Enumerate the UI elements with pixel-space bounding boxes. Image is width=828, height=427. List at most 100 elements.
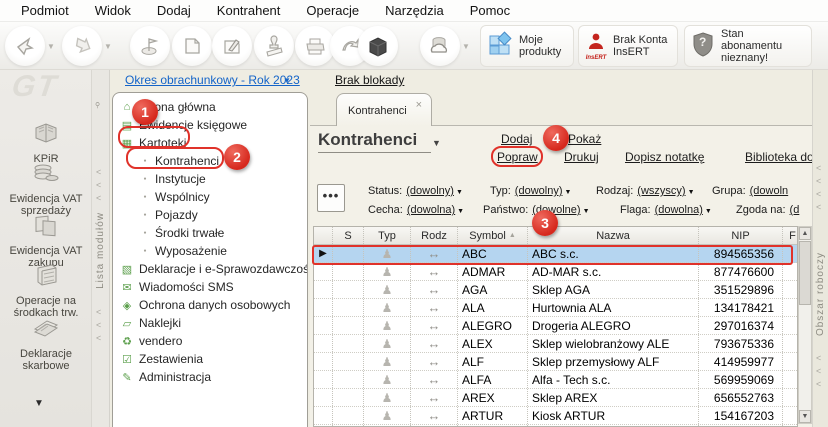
accounting-period-link[interactable]: Okres obrachunkowy - Rok 2023 [125, 73, 300, 87]
vendero-icon: ♻ [122, 335, 132, 348]
filter-more-button[interactable]: ••• [317, 184, 345, 212]
pointer-tool-button[interactable] [5, 26, 45, 66]
chevron-left-icon: < [816, 163, 822, 173]
bullet-icon: ● [143, 230, 147, 236]
stamp-button[interactable] [254, 26, 294, 66]
table-row[interactable]: ♟ ↔ ALF Sklep przemysłowy ALF 414959977 [314, 353, 797, 371]
chevron-down-icon[interactable]: ▼ [283, 76, 291, 85]
menu-dodaj[interactable]: Dodaj [144, 0, 204, 22]
filter-cecha[interactable]: Cecha: (dowolna) ▼ [368, 204, 464, 216]
chevron-down-icon[interactable]: ▼ [432, 138, 441, 148]
menu-kontrahent[interactable]: Kontrahent [204, 0, 294, 22]
menu-podmiot[interactable]: Podmiot [8, 0, 82, 22]
menu-operacje[interactable]: Operacje [293, 0, 372, 22]
sort-ascending-icon: ▲ [508, 232, 516, 239]
flag-button[interactable] [130, 26, 170, 66]
sidebar-item-vat-zakupu[interactable]: Ewidencja VAT zakupu [0, 212, 92, 269]
workspace-area-label: Obszar roboczy [815, 252, 826, 337]
tree-item-deklaracje[interactable]: ▧ Deklaracje i e-Sprawozdawczość [113, 260, 307, 278]
chevron-left-icon: < [816, 202, 822, 212]
bullet-icon: ● [143, 176, 147, 182]
filter-status[interactable]: Status: (dowolny) ▼ [368, 185, 463, 197]
tree-item-instytucje[interactable]: ● Instytucje [113, 170, 307, 188]
print-button[interactable] [295, 26, 335, 66]
chevron-left-icon: < [816, 353, 822, 363]
table-row[interactable]: ♟ ↔ ALEGRO Drogeria ALEGRO 297016374 [314, 317, 797, 335]
chevron-left-icon: < [816, 176, 822, 186]
stamp-icon [263, 35, 285, 57]
tree-item-srodki-trwale[interactable]: ● Środki trwałe [113, 224, 307, 242]
tree-item-wyposazenie[interactable]: ● Wyposażenie [113, 242, 307, 260]
two-way-arrow-icon: ↔ [427, 300, 441, 315]
contractor-type-icon: ♟ [381, 354, 393, 369]
sidebar-item-kpir[interactable]: KPiR [0, 120, 92, 165]
chevron-down-icon[interactable]: ▼ [462, 42, 470, 51]
page-title[interactable]: Kontrahenci [318, 130, 432, 153]
cube-icon [365, 33, 391, 59]
reports-icon: ☑ [122, 353, 132, 366]
pin-icon[interactable]: ⌕ [91, 98, 105, 112]
cube-module-button[interactable] [358, 26, 398, 66]
lock-status-link[interactable]: Brak blokady [335, 73, 404, 87]
table-row[interactable]: ♟ ↔ ALEX Sklep wielobranżowy ALE 7936753… [314, 335, 797, 353]
table-row[interactable]: ♟ ↔ AGA Sklep AGA 351529896 [314, 281, 797, 299]
filter-zgoda[interactable]: Zgoda na: (d [736, 204, 799, 216]
table-row[interactable]: ♟ ↔ ALFA Alfa - Tech s.c. 569959069 [314, 371, 797, 389]
tree-item-administracja[interactable]: ✎ Administracja [113, 368, 307, 386]
tree-item-naklejki[interactable]: ▱ Naklejki [113, 314, 307, 332]
add-note-link[interactable]: Dopisz notatkę [625, 150, 704, 164]
filter-typ[interactable]: Typ: (dowolny) ▼ [490, 185, 571, 197]
document-library-link[interactable]: Biblioteka dok [745, 150, 820, 164]
close-icon[interactable]: × [416, 99, 422, 111]
workspace-area-strip[interactable]: < < < < Obszar roboczy < < < [812, 70, 828, 427]
data-transfer-button[interactable] [420, 26, 460, 66]
forward-tool-button[interactable] [62, 26, 102, 66]
tree-item-wspolnicy[interactable]: ● Wspólnicy [113, 188, 307, 206]
scroll-up-button[interactable]: ▲ [799, 227, 811, 240]
sidebar-item-srodki-trwale[interactable]: Operacje na środkach trw. [0, 262, 92, 319]
tab-kontrahenci[interactable]: Kontrahenci × [336, 93, 432, 126]
moje-produkty-panel[interactable]: Moje produkty [480, 25, 574, 67]
bullet-icon: ● [143, 212, 147, 218]
scrollbar-thumb[interactable] [799, 241, 811, 305]
two-way-arrow-icon: ↔ [427, 336, 441, 351]
two-way-arrow-icon: ↔ [427, 318, 441, 333]
tree-item-pojazdy[interactable]: ● Pojazdy [113, 206, 307, 224]
chevron-down-icon[interactable]: ▼ [47, 42, 55, 51]
print-link[interactable]: Drukuj [564, 150, 599, 164]
menu-widok[interactable]: Widok [82, 0, 144, 22]
filter-flaga[interactable]: Flaga: (dowolna) ▼ [620, 204, 712, 216]
bullet-icon: ● [143, 248, 147, 254]
chevron-down-icon[interactable]: ▼ [104, 42, 112, 51]
filter-rodzaj[interactable]: Rodzaj: (wszyscy) ▼ [596, 185, 695, 197]
sms-icon: ✉ [122, 281, 132, 294]
table-row[interactable]: ♟ ↔ AREX Sklep AREX 656552763 [314, 389, 797, 407]
add-link[interactable]: Dodaj [501, 132, 532, 146]
new-document-button[interactable] [172, 26, 212, 66]
filter-grupa[interactable]: Grupa: (dowoln [712, 185, 788, 197]
two-way-arrow-icon: ↔ [427, 354, 441, 369]
sidebar-item-deklaracje[interactable]: Deklaracje skarbowe [0, 315, 92, 372]
tree-item-zestawienia[interactable]: ☑ Zestawienia [113, 350, 307, 368]
coins-stack-icon [0, 160, 92, 191]
module-list-strip[interactable]: ⌕ < < < Lista modułów < < < [91, 70, 110, 427]
konto-insert-panel[interactable]: InsERT Brak Konta InsERT [578, 25, 678, 67]
tree-item-wiadomosci-sms[interactable]: ✉ Wiadomości SMS [113, 278, 307, 296]
table-row[interactable]: ♟ ↔ ALA Hurtownia ALA 134178421 [314, 299, 797, 317]
table-row[interactable]: ♟ ↔ ADMAR AD-MAR s.c. 877476600 [314, 263, 797, 281]
scroll-down-button[interactable]: ▼ [799, 410, 811, 423]
labels-icon: ▱ [122, 317, 132, 330]
table-scrollbar[interactable]: ▲ ▼ [798, 226, 812, 424]
tree-item-ochrona-danych[interactable]: ◈ Ochrona danych osobowych [113, 296, 307, 314]
more-modules-button[interactable]: ▼ [34, 398, 44, 409]
menu-narzedzia[interactable]: Narzędzia [372, 0, 457, 22]
edit-document-button[interactable] [212, 26, 252, 66]
abonament-panel[interactable]: ? Stan abonamentu nieznany! [684, 25, 812, 67]
chevron-left-icon: < [96, 307, 102, 317]
menu-pomoc[interactable]: Pomoc [457, 0, 523, 22]
sidebar-item-vat-sprzedazy[interactable]: Ewidencja VAT sprzedaży [0, 160, 92, 217]
table-row[interactable]: ♟ ↔ ARTUR Kiosk ARTUR 154167203 [314, 407, 797, 425]
tree-item-vendero[interactable]: ♻ vendero [113, 332, 307, 350]
privacy-shield-icon: ◈ [122, 299, 132, 312]
show-link[interactable]: Pokaż [568, 132, 601, 146]
